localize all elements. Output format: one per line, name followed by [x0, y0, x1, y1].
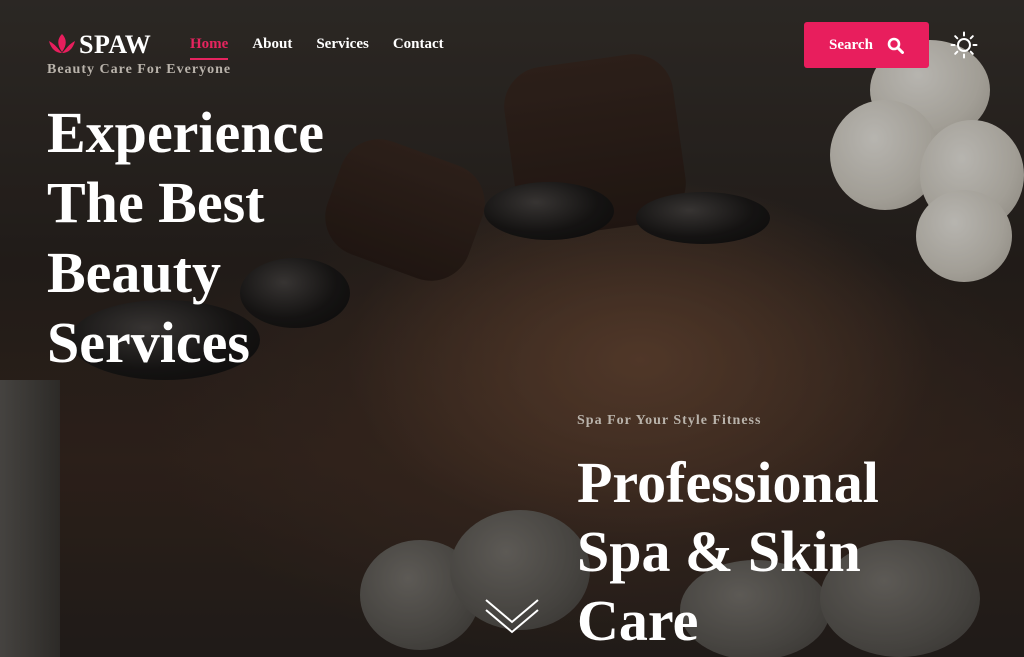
search-icon	[887, 37, 904, 54]
main-nav: Home About Services Contact	[190, 36, 468, 60]
brand-tagline: Beauty Care For Everyone	[47, 62, 232, 77]
nav-item-home[interactable]: Home	[190, 36, 229, 60]
site-header: SPAW Beauty Care For Everyone Home About…	[0, 0, 1024, 90]
nav-item-about[interactable]: About	[252, 36, 292, 59]
hero-kicker: Spa For Your Style Fitness	[577, 413, 762, 428]
hero-subheadline: Professional Spa & Skin Care	[577, 450, 879, 653]
brand-name: SPAW	[79, 30, 152, 59]
chevron-down-icon[interactable]	[482, 596, 542, 636]
sun-icon[interactable]	[950, 31, 978, 59]
search-button[interactable]: Search	[804, 22, 929, 68]
lotus-icon	[49, 34, 75, 53]
brand-logo[interactable]: SPAW	[47, 30, 151, 60]
nav-item-contact[interactable]: Contact	[393, 36, 444, 59]
hero-headline: Experience The Best Beauty Services	[47, 100, 325, 375]
nav-item-services[interactable]: Services	[316, 36, 368, 59]
search-button-label: Search	[829, 36, 873, 53]
